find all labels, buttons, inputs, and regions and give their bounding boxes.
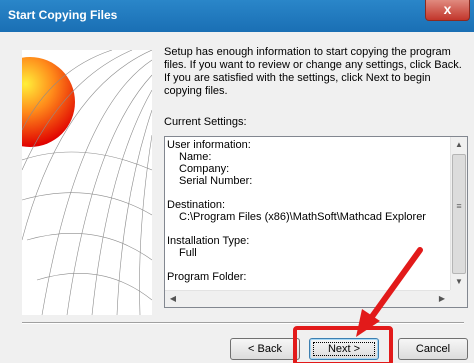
installer-window: Start Copying Files x Setup has enough i… [0,0,474,363]
scroll-up-icon[interactable]: ▲ [451,137,467,153]
scroll-down-icon[interactable]: ▼ [451,274,467,290]
serial-number-label: Serial Number: [179,175,253,187]
grip-icon: ≡ [456,201,462,211]
company-label: Company: [179,163,230,175]
cancel-button[interactable]: Cancel [398,338,468,360]
current-settings-label: Current Settings: [164,116,247,128]
close-icon: x [443,1,452,17]
name-label: Name: [179,151,212,163]
pointer-arrow-icon [356,247,423,337]
destination-header: Destination: [167,199,226,211]
window-title: Start Copying Files [8,8,118,22]
scrollbar-corner [450,290,467,307]
title-bar[interactable]: Start Copying Files x [0,0,474,32]
scroll-left-icon[interactable]: ◀ [165,291,181,307]
vertical-scrollbar[interactable]: ▲ ≡ ▼ [450,137,467,290]
close-button[interactable]: x [425,0,470,21]
setup-banner-graphic [22,50,152,315]
back-button[interactable]: < Back [230,338,300,360]
user-information-header: User information: [167,139,251,151]
globe-graphic [22,50,152,315]
sun-icon [22,57,75,147]
setup-description: Setup has enough information to start co… [164,46,462,97]
destination-path: C:\Program Files (x86)\MathSoft\Mathcad … [179,211,426,223]
vertical-scroll-thumb[interactable]: ≡ [452,154,466,274]
scroll-right-icon[interactable]: ▶ [434,291,450,307]
